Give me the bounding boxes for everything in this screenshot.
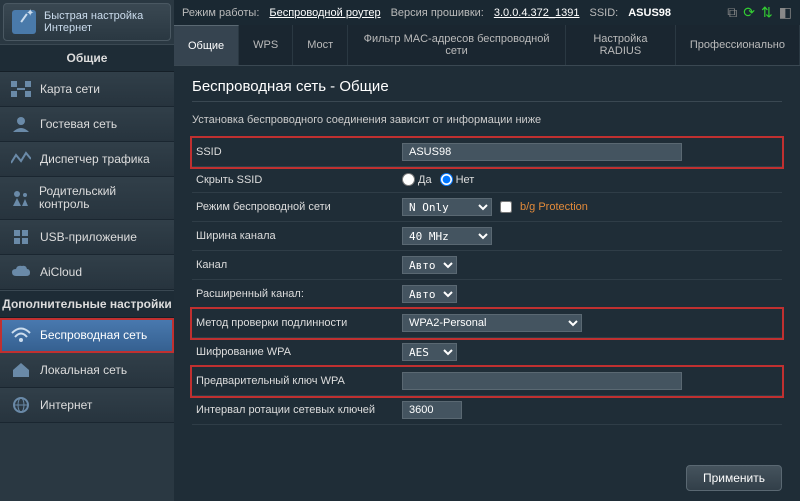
nav-label: Родительский контроль <box>39 185 164 211</box>
nav-label: USB-приложение <box>40 231 137 244</box>
tabs: Общие WPS Мост Фильтр MAC-адресов беспро… <box>174 25 800 66</box>
width-select[interactable]: 40 MHz <box>402 227 492 245</box>
sidebar-item-guest-network[interactable]: Гостевая сеть <box>0 107 174 142</box>
sidebar-item-usb-app[interactable]: USB-приложение <box>0 220 174 255</box>
nav-label: Диспетчер трафика <box>40 153 150 166</box>
ext-channel-select[interactable]: Авто <box>402 285 457 303</box>
lang-icon[interactable]: ◧ <box>779 4 792 21</box>
row-wpa-encryption: Шифрование WPA AES <box>192 338 782 367</box>
row-hide-ssid: Скрыть SSID Да Нет <box>192 167 782 193</box>
nav-label: AiCloud <box>40 266 82 279</box>
row-wpa-psk: Предварительный ключ WPA <box>192 367 782 396</box>
separator <box>192 101 782 102</box>
width-label: Ширина канала <box>192 230 402 242</box>
nav-label: Локальная сеть <box>40 364 127 377</box>
nav-label: Гостевая сеть <box>40 118 117 131</box>
ssid-input[interactable] <box>402 143 682 161</box>
page-description: Установка беспроводного соединения завис… <box>192 114 782 126</box>
ssid-label: SSID <box>192 146 402 158</box>
tab-general[interactable]: Общие <box>174 25 239 65</box>
psk-label: Предварительный ключ WPA <box>192 375 402 387</box>
topbar: Режим работы: Беспроводной роутер Версия… <box>174 0 800 25</box>
parental-icon <box>10 189 31 207</box>
section-advanced: Дополнительные настройки <box>0 290 174 318</box>
globe-icon <box>10 396 32 414</box>
content: Беспроводная сеть - Общие Установка бесп… <box>174 66 800 455</box>
tab-mac-filter[interactable]: Фильтр MAC-адресов беспроводной сети <box>348 25 566 65</box>
row-ssid: SSID <box>192 138 782 167</box>
auth-label: Метод проверки подлинности <box>192 317 402 329</box>
channel-select[interactable]: Авто <box>402 256 457 274</box>
qis-label: Быстрая настройка Интернет <box>44 10 143 34</box>
row-channel-width: Ширина канала 40 MHz <box>192 222 782 251</box>
tab-professional[interactable]: Профессионально <box>676 25 800 65</box>
nav-label: Интернет <box>40 399 92 412</box>
mode-select[interactable]: N Only <box>402 198 492 216</box>
quick-internet-setup[interactable]: Быстрая настройка Интернет <box>3 3 171 41</box>
sidebar: Быстрая настройка Интернет Общие Карта с… <box>0 0 174 501</box>
cloud-icon <box>10 263 32 281</box>
row-wireless-mode: Режим беспроводной сети N Only b/g Prote… <box>192 193 782 222</box>
rekey-label: Интервал ротации сетевых ключей <box>192 404 402 416</box>
guest-icon <box>10 115 32 133</box>
ext-channel-label: Расширенный канал: <box>192 288 402 300</box>
sidebar-item-network-map[interactable]: Карта сети <box>0 72 174 107</box>
ssid-value: ASUS98 <box>628 7 671 19</box>
sidebar-item-traffic-manager[interactable]: Диспетчер трафика <box>0 142 174 177</box>
wand-icon <box>12 10 36 34</box>
clients-icon[interactable]: ⧉ <box>727 4 737 21</box>
sidebar-item-wireless[interactable]: Беспроводная сеть <box>0 318 174 353</box>
usb-status-icon[interactable]: ⇅ <box>761 4 773 21</box>
apply-button[interactable]: Применить <box>686 465 782 491</box>
row-auth-method: Метод проверки подлинности WPA2-Personal <box>192 309 782 338</box>
wifi-icon <box>10 326 32 344</box>
channel-label: Канал <box>192 259 402 271</box>
mode-label: Режим работы: <box>182 7 259 19</box>
row-channel: Канал Авто <box>192 251 782 280</box>
bg-protection-label: b/g Protection <box>520 201 588 213</box>
usb-icon <box>10 228 32 246</box>
tab-bridge[interactable]: Мост <box>293 25 348 65</box>
bg-protection-check[interactable] <box>500 201 512 213</box>
home-icon <box>10 361 32 379</box>
internet-icon[interactable]: ⟳ <box>743 4 755 21</box>
hide-ssid-no[interactable]: Нет <box>440 173 475 186</box>
bottom-bar: Применить <box>174 455 800 501</box>
tab-wps[interactable]: WPS <box>239 25 293 65</box>
network-map-icon <box>10 80 32 98</box>
mode-label: Режим беспроводной сети <box>192 201 402 213</box>
mode-link[interactable]: Беспроводной роутер <box>269 7 380 19</box>
tab-radius[interactable]: Настройка RADIUS <box>566 25 676 65</box>
nav-label: Карта сети <box>40 83 100 96</box>
hide-ssid-yes[interactable]: Да <box>402 173 432 186</box>
psk-input[interactable] <box>402 372 682 390</box>
sidebar-item-parental-control[interactable]: Родительский контроль <box>0 177 174 220</box>
sidebar-item-aicloud[interactable]: AiCloud <box>0 255 174 290</box>
nav-label: Беспроводная сеть <box>40 329 147 342</box>
ssid-label: SSID: <box>589 7 618 19</box>
page-title: Беспроводная сеть - Общие <box>192 78 782 95</box>
auth-select[interactable]: WPA2-Personal <box>402 314 582 332</box>
traffic-icon <box>10 150 32 168</box>
section-general: Общие <box>0 44 174 72</box>
sidebar-item-wan[interactable]: Интернет <box>0 388 174 423</box>
fw-label: Версия прошивки: <box>391 7 484 19</box>
row-ext-channel: Расширенный канал: Авто <box>192 280 782 309</box>
sidebar-item-lan[interactable]: Локальная сеть <box>0 353 174 388</box>
row-rekey-interval: Интервал ротации сетевых ключей <box>192 396 782 425</box>
fw-link[interactable]: 3.0.0.4.372_1391 <box>494 7 580 19</box>
rekey-input[interactable] <box>402 401 462 419</box>
enc-label: Шифрование WPA <box>192 346 402 358</box>
hide-ssid-label: Скрыть SSID <box>192 174 402 186</box>
enc-select[interactable]: AES <box>402 343 457 361</box>
main-content: Режим работы: Беспроводной роутер Версия… <box>174 0 800 501</box>
